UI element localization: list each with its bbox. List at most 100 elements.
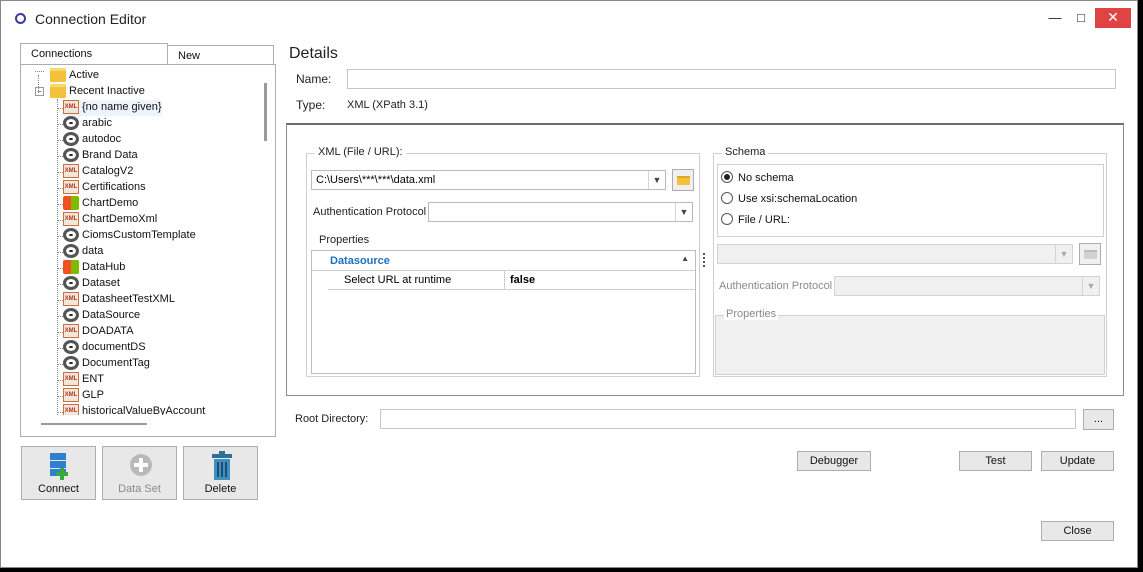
maximize-button[interactable]: □ bbox=[1067, 9, 1095, 27]
tree-item[interactable]: XML GLP bbox=[63, 388, 104, 404]
chevron-down-icon[interactable]: ▼ bbox=[648, 171, 665, 189]
property-grid[interactable]: Datasource ▲ Select URL at runtime false bbox=[311, 250, 696, 374]
xml-auth-combo[interactable]: ▼ bbox=[428, 202, 693, 222]
chevron-down-icon[interactable]: ▼ bbox=[1082, 277, 1099, 295]
xml-file-icon: XML bbox=[63, 292, 79, 306]
test-button[interactable]: Test bbox=[959, 451, 1032, 471]
tree-item[interactable]: XML DOADATA bbox=[63, 324, 134, 340]
database-ring-icon bbox=[63, 116, 79, 130]
tree-item[interactable]: XML ENT bbox=[63, 372, 104, 388]
delete-button[interactable]: Delete bbox=[183, 446, 258, 500]
tree-group-label: Recent Inactive bbox=[69, 84, 145, 97]
database-add-icon bbox=[50, 453, 68, 480]
trash-icon bbox=[212, 451, 232, 480]
tree-item-label: Certifications bbox=[82, 180, 146, 193]
tree-item[interactable]: autodoc bbox=[63, 132, 121, 148]
tree-view[interactable]: Active − Recent Inactive XML {no name given}… bbox=[21, 65, 257, 415]
tree-horizontal-scrollbar[interactable] bbox=[21, 417, 257, 435]
close-button[interactable]: Close bbox=[1041, 521, 1114, 541]
xml-group-label: XML (File / URL): bbox=[315, 146, 406, 158]
database-ring-icon bbox=[63, 308, 79, 322]
collapse-toggle-icon[interactable]: − bbox=[35, 86, 44, 96]
app-icon bbox=[15, 13, 26, 24]
radio-file-url[interactable]: File / URL: bbox=[721, 213, 790, 226]
radio-selected-icon bbox=[721, 171, 733, 184]
tree-connector bbox=[35, 70, 44, 80]
radio-no-schema[interactable]: No schema bbox=[721, 171, 794, 184]
tree-item-label: CiomsCustomTemplate bbox=[82, 228, 196, 241]
windows-icon bbox=[63, 260, 79, 274]
tree-item[interactable]: XML Certifications bbox=[63, 180, 146, 196]
tree-group-active[interactable]: Active bbox=[35, 68, 99, 84]
debugger-button[interactable]: Debugger bbox=[797, 451, 871, 471]
schema-auth-combo[interactable]: ▼ bbox=[834, 276, 1100, 296]
schema-group-label: Schema bbox=[722, 146, 769, 158]
folder-icon bbox=[50, 84, 66, 98]
details-heading: Details bbox=[289, 45, 338, 62]
tree-item[interactable]: XML CatalogV2 bbox=[63, 164, 133, 180]
schema-properties-box: Properties bbox=[715, 308, 1105, 375]
tree-item[interactable]: XML ChartDemoXml bbox=[63, 212, 157, 228]
property-name: Select URL at runtime bbox=[344, 274, 452, 286]
tree-item-label: arabic bbox=[82, 116, 112, 129]
tree-item[interactable]: CiomsCustomTemplate bbox=[63, 228, 196, 244]
tree-item-label: documentDS bbox=[82, 340, 146, 353]
close-window-button[interactable]: ✕ bbox=[1095, 8, 1131, 28]
tree-vertical-scrollbar[interactable] bbox=[257, 65, 275, 415]
tree-item-label: ChartDemo bbox=[82, 196, 139, 209]
property-category: Datasource bbox=[330, 255, 390, 267]
tree-item[interactable]: documentDS bbox=[63, 340, 146, 356]
tree-item-label: autodoc bbox=[82, 132, 122, 145]
property-row[interactable]: Select URL at runtime false bbox=[328, 271, 695, 290]
root-directory-label: Root Directory: bbox=[295, 413, 369, 425]
scroll-thumb[interactable] bbox=[264, 83, 267, 141]
radio-xsi-schemalocation[interactable]: Use xsi:schemaLocation bbox=[721, 192, 857, 205]
browse-schema-button[interactable] bbox=[1079, 243, 1101, 265]
tree-item[interactable]: XML DatasheetTestXML bbox=[63, 292, 175, 308]
scroll-thumb[interactable] bbox=[41, 423, 147, 425]
tree-item[interactable]: Dataset bbox=[63, 276, 120, 292]
dataset-button[interactable]: Data Set bbox=[102, 446, 177, 500]
tree-item-label: DataHub bbox=[82, 260, 126, 273]
xml-file-icon: XML bbox=[63, 404, 79, 415]
browse-root-button[interactable]: ... bbox=[1083, 409, 1114, 430]
tree-item[interactable]: ChartDemo bbox=[63, 196, 138, 212]
tree-group-label: Active bbox=[69, 68, 99, 81]
tree-item[interactable]: XML {no name given} bbox=[63, 100, 162, 116]
name-label: Name: bbox=[296, 72, 332, 86]
tree-item[interactable]: data bbox=[63, 244, 103, 260]
splitter-handle[interactable] bbox=[703, 253, 707, 267]
root-directory-input[interactable] bbox=[380, 409, 1076, 429]
type-label: Type: bbox=[296, 98, 326, 112]
connection-editor-window: Connection Editor — □ ✕ Connections New … bbox=[0, 0, 1138, 568]
database-ring-icon bbox=[63, 228, 79, 242]
folder-icon bbox=[677, 176, 690, 185]
database-ring-icon bbox=[63, 340, 79, 354]
tree-item[interactable]: DataSource bbox=[63, 308, 140, 324]
property-value[interactable]: false bbox=[510, 274, 535, 286]
title-bar: Connection Editor — □ ✕ bbox=[1, 1, 1137, 37]
tab-connections[interactable]: Connections bbox=[20, 43, 168, 65]
tree-item-label: DatasheetTestXML bbox=[82, 292, 175, 305]
browse-xml-button[interactable] bbox=[672, 169, 694, 191]
schema-auth-label: Authentication Protocol bbox=[719, 280, 833, 292]
tree-item[interactable]: arabic bbox=[63, 116, 112, 132]
tree-item[interactable]: Brand Data bbox=[63, 148, 138, 164]
update-button[interactable]: Update bbox=[1041, 451, 1114, 471]
chevron-down-icon[interactable]: ▼ bbox=[675, 203, 692, 221]
tree-item[interactable]: DataHub bbox=[63, 260, 125, 276]
minimize-button[interactable]: — bbox=[1041, 9, 1069, 27]
schema-properties-label: Properties bbox=[724, 308, 779, 320]
tree-item[interactable]: XML historicalValueByAccount bbox=[63, 404, 205, 415]
name-input[interactable] bbox=[347, 69, 1116, 89]
tree-group-recent-inactive[interactable]: − Recent Inactive bbox=[35, 84, 145, 100]
collapse-icon[interactable]: ▲ bbox=[681, 254, 689, 263]
tree-item[interactable]: DocumentTag bbox=[63, 356, 150, 372]
connect-button[interactable]: Connect bbox=[21, 446, 96, 500]
property-category-row[interactable]: Datasource ▲ bbox=[312, 251, 695, 271]
tab-new[interactable]: New bbox=[167, 45, 274, 65]
schema-path-combo[interactable]: ▼ bbox=[717, 244, 1073, 264]
xml-path-combo[interactable]: C:\Users\***\***\data.xml ▼ bbox=[311, 170, 666, 190]
plus-circle-icon bbox=[130, 454, 152, 476]
chevron-down-icon[interactable]: ▼ bbox=[1055, 245, 1072, 263]
